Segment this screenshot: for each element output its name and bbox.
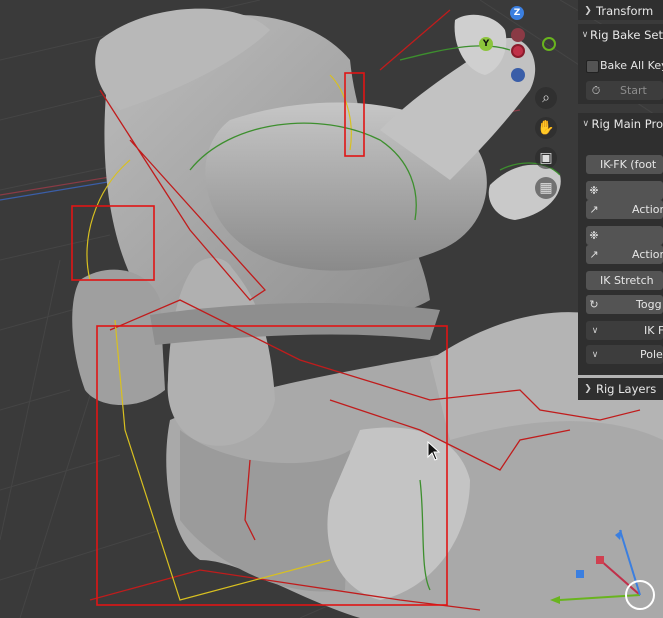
chevron-down-icon: ∨ bbox=[582, 119, 590, 129]
ik-stretch-slider[interactable]: IK Stretch bbox=[586, 271, 663, 290]
chevron-down-icon: ∨ bbox=[581, 30, 589, 40]
rig-bake-label: Rig Bake Set bbox=[590, 28, 663, 42]
transform-label: Transform bbox=[596, 4, 654, 18]
rig-layers-label: Rig Layers bbox=[596, 382, 657, 396]
ik-fk-slider[interactable]: IK-FK (foot bbox=[586, 155, 663, 174]
rig-bake-header[interactable]: ∨ Rig Bake Set bbox=[580, 24, 663, 46]
gizmo-z-label: Z bbox=[513, 8, 521, 18]
action-button-2[interactable]: ↗ Action bbox=[586, 245, 663, 264]
gizmo-z-negative[interactable] bbox=[511, 68, 525, 82]
stopwatch-icon: ⏱ bbox=[591, 83, 601, 97]
action-button-1[interactable]: ↗ Action bbox=[586, 200, 663, 219]
action-label-1: Action bbox=[632, 203, 663, 216]
ik-stretch-label: IK Stretch bbox=[600, 274, 654, 287]
zoom-icon[interactable]: ⌕ bbox=[535, 87, 557, 109]
bake-all-label: Bake All Key bbox=[600, 59, 663, 72]
pole-label: Pole bbox=[640, 348, 663, 361]
grid-ortho-icon[interactable]: ▦ bbox=[535, 177, 557, 199]
pointer-sparkle-icon: ↗ bbox=[586, 245, 602, 263]
rig-layers-header[interactable]: ❯ Rig Layers bbox=[580, 378, 663, 400]
ik-subpanel-header[interactable]: ∨ IK F bbox=[586, 321, 663, 340]
gizmo-y-label: Y bbox=[482, 39, 490, 49]
action-label-2: Action bbox=[632, 248, 663, 261]
transform-header[interactable]: ❯ Transform bbox=[580, 0, 663, 22]
bake-all-checkbox[interactable] bbox=[586, 60, 599, 73]
character-mesh[interactable] bbox=[72, 8, 663, 618]
chevron-right-icon: ❯ bbox=[584, 384, 592, 394]
rig-main-header[interactable]: ∨ Rig Main Pro bbox=[580, 113, 663, 135]
pole-subpanel-header[interactable]: ∨ Pole bbox=[586, 345, 663, 364]
magnet-icon: ❉ bbox=[586, 226, 602, 244]
hand-pan-icon[interactable]: ✋ bbox=[535, 117, 557, 139]
3d-viewport[interactable]: Z Y ⌕ ✋ ▣ ▦ bbox=[0, 0, 663, 618]
gizmo-y-axis[interactable]: Y bbox=[479, 37, 493, 51]
refresh-icon: ↻ bbox=[586, 295, 602, 313]
viewport-scene bbox=[0, 0, 663, 618]
ik-sub-label: IK F bbox=[644, 324, 663, 337]
rig-main-label: Rig Main Pro bbox=[591, 117, 663, 131]
gizmo-z-axis[interactable]: Z bbox=[510, 6, 524, 20]
chevron-down-icon: ∨ bbox=[591, 349, 599, 360]
gizmo-x-positive[interactable] bbox=[511, 44, 525, 58]
gizmo-x-negative[interactable] bbox=[511, 28, 525, 42]
start-button[interactable]: ⏱ Start bbox=[586, 81, 663, 100]
pointer-sparkle-icon: ↗ bbox=[586, 200, 602, 218]
ik-fk-label: IK-FK (foot bbox=[600, 158, 657, 171]
gizmo-y-negative[interactable] bbox=[542, 37, 556, 51]
start-label: Start bbox=[620, 84, 647, 97]
chevron-down-icon: ∨ bbox=[591, 325, 599, 336]
sidebar-panel: ❯ Transform ∨ Rig Bake Set Bake All Key … bbox=[578, 0, 663, 405]
snap-button-2[interactable]: ❉ bbox=[586, 226, 663, 245]
toggle-button[interactable]: ↻ Togg bbox=[586, 295, 663, 314]
magnet-icon: ❉ bbox=[586, 181, 602, 199]
camera-icon[interactable]: ▣ bbox=[535, 147, 557, 169]
mouse-cursor-icon bbox=[427, 441, 441, 461]
bake-all-row: Bake All Key bbox=[600, 56, 663, 75]
chevron-right-icon: ❯ bbox=[584, 6, 592, 16]
toggle-label: Togg bbox=[636, 298, 662, 311]
snap-button-1[interactable]: ❉ bbox=[586, 181, 663, 200]
